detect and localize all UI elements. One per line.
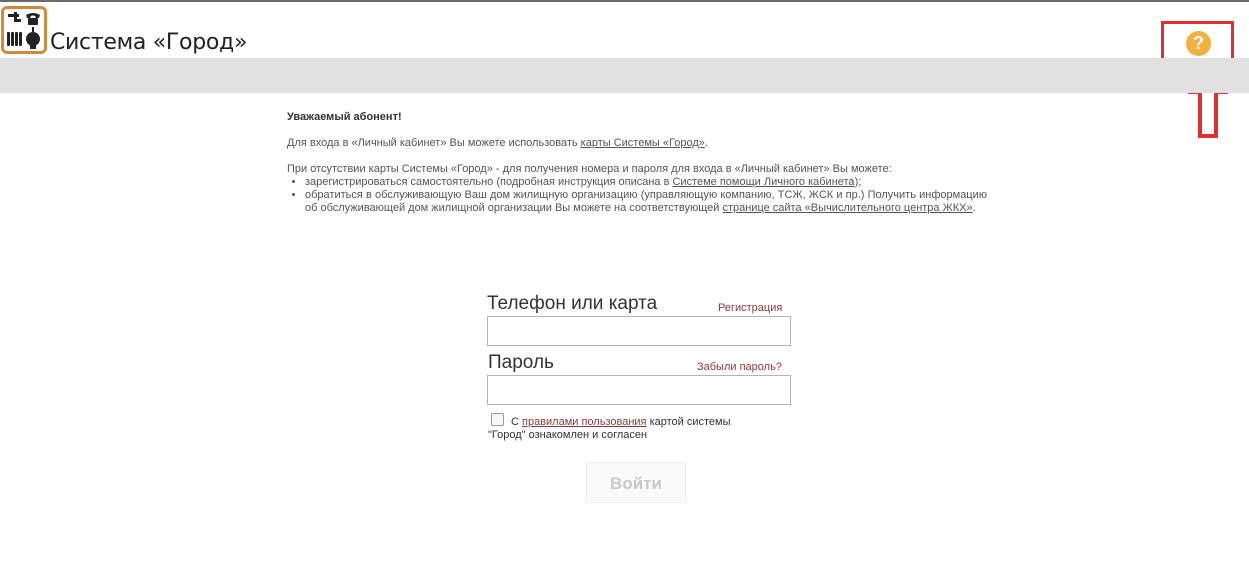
- intro-text: Уважаемый абонент! Для входа в «Личный к…: [287, 111, 987, 215]
- login-button[interactable]: Войти: [586, 462, 686, 503]
- list-item: обратиться в обслуживающую Ваш дом жилищ…: [305, 189, 987, 215]
- phone-label: Телефон или карта: [487, 293, 658, 314]
- password-input[interactable]: [487, 375, 791, 405]
- computing-center-link[interactable]: странице сайта «Вычислительного центра Ж…: [722, 202, 972, 214]
- li1-text: зарегистрироваться самостоятельно (подро…: [305, 176, 673, 188]
- agree-checkbox[interactable]: [491, 413, 504, 426]
- radiator-icon: [7, 32, 22, 46]
- faucet-icon: [8, 12, 21, 22]
- intro-p1: Для входа в «Личный кабинет» Вы можете и…: [287, 137, 581, 149]
- intro-heading: Уважаемый абонент!: [287, 111, 402, 123]
- help-system-link[interactable]: Системе помощи Личного кабинета: [672, 176, 854, 188]
- cards-link[interactable]: карты Системы «Город»: [581, 137, 705, 149]
- password-label: Пароль: [488, 352, 554, 373]
- li1-end: );: [854, 176, 862, 188]
- agree-prefix: С: [511, 416, 522, 428]
- phone-icon: [26, 13, 40, 25]
- list-item: зарегистрироваться самостоятельно (подро…: [305, 176, 987, 189]
- phone-input[interactable]: [487, 316, 791, 346]
- agree-text-line2: "Город" ознакомлен и согласен: [488, 429, 648, 441]
- header-band: [0, 58, 1249, 93]
- terms-link[interactable]: правилами пользования: [522, 416, 647, 428]
- register-link[interactable]: Регистрация: [718, 302, 782, 314]
- forgot-password-link[interactable]: Забыли пароль?: [697, 361, 782, 373]
- logo: [1, 6, 47, 54]
- agree-suffix: картой системы: [646, 416, 731, 428]
- li2-end: .: [972, 202, 976, 214]
- agree-text: С правилами пользования картой системы: [511, 415, 771, 430]
- intro-list: зарегистрироваться самостоятельно (подро…: [287, 176, 987, 215]
- brand-title: Система «Город»: [50, 30, 248, 55]
- header: Система «Город» ?: [0, 2, 1249, 69]
- intro-p2: При отсутствии карты Системы «Город» - д…: [287, 163, 892, 175]
- lightbulb-icon: [26, 27, 40, 49]
- intro-p1-end: .: [704, 137, 708, 149]
